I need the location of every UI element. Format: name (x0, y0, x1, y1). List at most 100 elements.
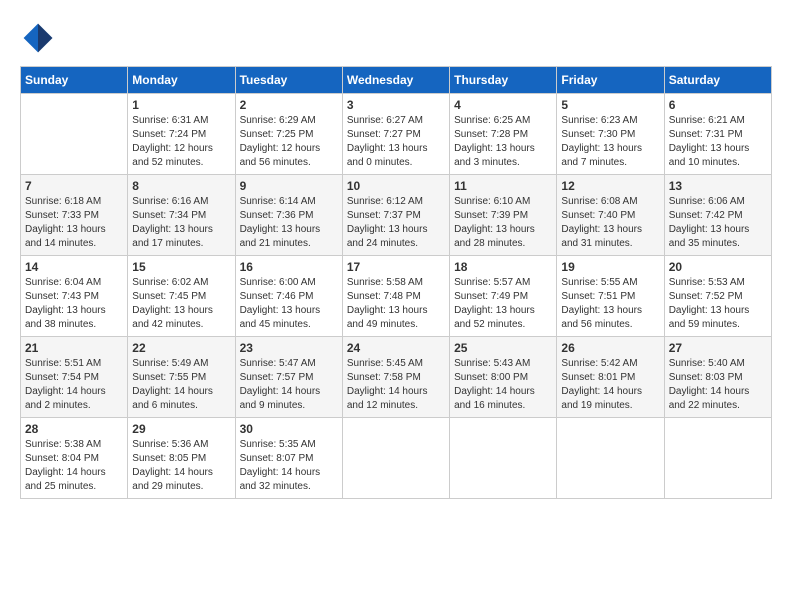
day-of-week-header: Friday (557, 67, 664, 94)
day-number: 24 (347, 341, 445, 355)
day-info: Sunrise: 5:53 AMSunset: 7:52 PMDaylight:… (669, 276, 767, 332)
day-info: Sunrise: 6:14 AMSunset: 7:36 PMDaylight:… (240, 195, 338, 251)
day-info: Sunrise: 6:25 AMSunset: 7:28 PMDaylight:… (454, 114, 552, 170)
calendar-cell: 6 Sunrise: 6:21 AMSunset: 7:31 PMDaylight… (664, 94, 771, 175)
calendar-cell (342, 418, 449, 499)
day-number: 11 (454, 179, 552, 193)
calendar-cell: 21 Sunrise: 5:51 AMSunset: 7:54 PMDayligh… (21, 337, 128, 418)
day-number: 1 (132, 98, 230, 112)
day-info: Sunrise: 5:57 AMSunset: 7:49 PMDaylight:… (454, 276, 552, 332)
calendar-cell: 1 Sunrise: 6:31 AMSunset: 7:24 PMDaylight… (128, 94, 235, 175)
page-header (20, 20, 772, 56)
day-info: Sunrise: 6:18 AMSunset: 7:33 PMDaylight:… (25, 195, 123, 251)
day-info: Sunrise: 5:36 AMSunset: 8:05 PMDaylight:… (132, 438, 230, 494)
calendar-cell: 3 Sunrise: 6:27 AMSunset: 7:27 PMDaylight… (342, 94, 449, 175)
calendar-header-row: SundayMondayTuesdayWednesdayThursdayFrid… (21, 67, 772, 94)
day-number: 19 (561, 260, 659, 274)
calendar-cell: 11 Sunrise: 6:10 AMSunset: 7:39 PMDayligh… (450, 175, 557, 256)
calendar-cell: 15 Sunrise: 6:02 AMSunset: 7:45 PMDayligh… (128, 256, 235, 337)
day-info: Sunrise: 5:49 AMSunset: 7:55 PMDaylight:… (132, 357, 230, 413)
day-of-week-header: Saturday (664, 67, 771, 94)
day-info: Sunrise: 6:00 AMSunset: 7:46 PMDaylight:… (240, 276, 338, 332)
day-number: 12 (561, 179, 659, 193)
day-info: Sunrise: 5:58 AMSunset: 7:48 PMDaylight:… (347, 276, 445, 332)
day-number: 10 (347, 179, 445, 193)
day-info: Sunrise: 6:12 AMSunset: 7:37 PMDaylight:… (347, 195, 445, 251)
calendar-cell: 30 Sunrise: 5:35 AMSunset: 8:07 PMDayligh… (235, 418, 342, 499)
calendar-table: SundayMondayTuesdayWednesdayThursdayFrid… (20, 66, 772, 499)
day-number: 30 (240, 422, 338, 436)
day-number: 29 (132, 422, 230, 436)
logo-icon (20, 20, 56, 56)
day-of-week-header: Sunday (21, 67, 128, 94)
day-info: Sunrise: 6:02 AMSunset: 7:45 PMDaylight:… (132, 276, 230, 332)
day-info: Sunrise: 5:47 AMSunset: 7:57 PMDaylight:… (240, 357, 338, 413)
calendar-cell: 16 Sunrise: 6:00 AMSunset: 7:46 PMDayligh… (235, 256, 342, 337)
day-number: 7 (25, 179, 123, 193)
logo (20, 20, 62, 56)
day-number: 25 (454, 341, 552, 355)
day-number: 28 (25, 422, 123, 436)
calendar-cell (664, 418, 771, 499)
day-info: Sunrise: 5:55 AMSunset: 7:51 PMDaylight:… (561, 276, 659, 332)
day-info: Sunrise: 5:38 AMSunset: 8:04 PMDaylight:… (25, 438, 123, 494)
calendar-cell: 24 Sunrise: 5:45 AMSunset: 7:58 PMDayligh… (342, 337, 449, 418)
day-number: 3 (347, 98, 445, 112)
calendar-cell: 4Sunrise: 6:25 AMSunset: 7:28 PMDaylight… (450, 94, 557, 175)
day-info: Sunrise: 6:10 AMSunset: 7:39 PMDaylight:… (454, 195, 552, 251)
day-info: Sunrise: 6:23 AMSunset: 7:30 PMDaylight:… (561, 114, 659, 170)
day-number: 6 (669, 98, 767, 112)
day-info: Sunrise: 5:45 AMSunset: 7:58 PMDaylight:… (347, 357, 445, 413)
calendar-week-row: 21 Sunrise: 5:51 AMSunset: 7:54 PMDayligh… (21, 337, 772, 418)
day-info: Sunrise: 6:29 AMSunset: 7:25 PMDaylight:… (240, 114, 338, 170)
day-number: 23 (240, 341, 338, 355)
day-number: 8 (132, 179, 230, 193)
day-info: Sunrise: 5:51 AMSunset: 7:54 PMDaylight:… (25, 357, 123, 413)
calendar-cell: 28 Sunrise: 5:38 AMSunset: 8:04 PMDayligh… (21, 418, 128, 499)
day-info: Sunrise: 6:21 AMSunset: 7:31 PMDaylight:… (669, 114, 767, 170)
day-number: 5 (561, 98, 659, 112)
day-number: 16 (240, 260, 338, 274)
calendar-cell: 22 Sunrise: 5:49 AMSunset: 7:55 PMDayligh… (128, 337, 235, 418)
calendar-week-row: 7 Sunrise: 6:18 AMSunset: 7:33 PMDaylight… (21, 175, 772, 256)
day-number: 9 (240, 179, 338, 193)
day-of-week-header: Thursday (450, 67, 557, 94)
calendar-cell: 14Sunrise: 6:04 AMSunset: 7:43 PMDayligh… (21, 256, 128, 337)
day-number: 20 (669, 260, 767, 274)
day-info: Sunrise: 6:04 AMSunset: 7:43 PMDaylight:… (25, 276, 123, 332)
day-info: Sunrise: 6:08 AMSunset: 7:40 PMDaylight:… (561, 195, 659, 251)
day-number: 21 (25, 341, 123, 355)
day-number: 27 (669, 341, 767, 355)
day-number: 2 (240, 98, 338, 112)
calendar-cell: 19 Sunrise: 5:55 AMSunset: 7:51 PMDayligh… (557, 256, 664, 337)
day-number: 18 (454, 260, 552, 274)
calendar-cell (450, 418, 557, 499)
calendar-cell: 13 Sunrise: 6:06 AMSunset: 7:42 PMDayligh… (664, 175, 771, 256)
calendar-cell: 23 Sunrise: 5:47 AMSunset: 7:57 PMDayligh… (235, 337, 342, 418)
day-number: 22 (132, 341, 230, 355)
day-info: Sunrise: 6:31 AMSunset: 7:24 PMDaylight:… (132, 114, 230, 170)
calendar-cell (21, 94, 128, 175)
calendar-cell: 5 Sunrise: 6:23 AMSunset: 7:30 PMDaylight… (557, 94, 664, 175)
calendar-cell: 29 Sunrise: 5:36 AMSunset: 8:05 PMDayligh… (128, 418, 235, 499)
calendar-cell: 8 Sunrise: 6:16 AMSunset: 7:34 PMDaylight… (128, 175, 235, 256)
day-number: 13 (669, 179, 767, 193)
day-info: Sunrise: 6:06 AMSunset: 7:42 PMDaylight:… (669, 195, 767, 251)
day-of-week-header: Monday (128, 67, 235, 94)
calendar-cell: 2 Sunrise: 6:29 AMSunset: 7:25 PMDaylight… (235, 94, 342, 175)
calendar-cell: 17Sunrise: 5:58 AMSunset: 7:48 PMDayligh… (342, 256, 449, 337)
calendar-week-row: 28 Sunrise: 5:38 AMSunset: 8:04 PMDayligh… (21, 418, 772, 499)
calendar-cell: 27Sunrise: 5:40 AMSunset: 8:03 PMDayligh… (664, 337, 771, 418)
calendar-cell: 18 Sunrise: 5:57 AMSunset: 7:49 PMDayligh… (450, 256, 557, 337)
calendar-cell: 26Sunrise: 5:42 AMSunset: 8:01 PMDayligh… (557, 337, 664, 418)
calendar-week-row: 1 Sunrise: 6:31 AMSunset: 7:24 PMDaylight… (21, 94, 772, 175)
day-number: 15 (132, 260, 230, 274)
calendar-cell (557, 418, 664, 499)
day-info: Sunrise: 6:16 AMSunset: 7:34 PMDaylight:… (132, 195, 230, 251)
day-number: 26 (561, 341, 659, 355)
calendar-week-row: 14Sunrise: 6:04 AMSunset: 7:43 PMDayligh… (21, 256, 772, 337)
day-info: Sunrise: 5:35 AMSunset: 8:07 PMDaylight:… (240, 438, 338, 494)
day-of-week-header: Wednesday (342, 67, 449, 94)
day-info: Sunrise: 6:27 AMSunset: 7:27 PMDaylight:… (347, 114, 445, 170)
calendar-cell: 20 Sunrise: 5:53 AMSunset: 7:52 PMDayligh… (664, 256, 771, 337)
